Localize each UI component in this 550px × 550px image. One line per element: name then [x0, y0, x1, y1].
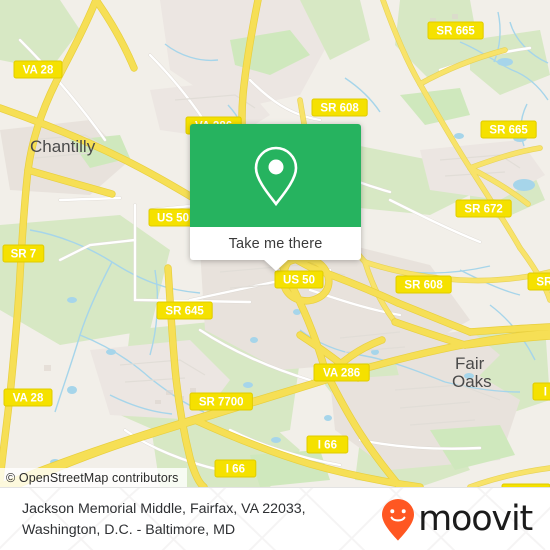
- page-title: Jackson Memorial Middle, Fairfax, VA 220…: [22, 499, 306, 541]
- moovit-wordmark: moovit: [418, 499, 533, 539]
- map-pin-icon: [250, 144, 302, 208]
- take-me-there-label: Take me there: [228, 235, 323, 252]
- moovit-logo[interactable]: moovit: [382, 498, 533, 541]
- road-shield: SR 608: [395, 275, 452, 294]
- location-callout-card[interactable]: Take me there: [190, 124, 361, 271]
- page-title-line1: Jackson Memorial Middle, Fairfax, VA 220…: [22, 500, 306, 517]
- callout-image-area: [190, 124, 361, 227]
- road-shield-label: US 50: [157, 213, 189, 225]
- road-shield: VA 28: [3, 388, 53, 407]
- road-shield-label: SR 645: [165, 306, 204, 318]
- road-shield: SR 608: [311, 98, 368, 117]
- road-shield-label: VA 286: [323, 368, 360, 380]
- road-shield-label: SR 7: [11, 249, 37, 261]
- road-shield-label: SR 608: [320, 103, 359, 115]
- road-shield: SR 665: [480, 120, 537, 139]
- road-shield-label: VA 28: [13, 393, 44, 405]
- road-shield: SR 7: [2, 244, 45, 263]
- road-shield: SR 645: [156, 301, 213, 320]
- road-shield-label: I 66: [226, 464, 245, 476]
- osm-attribution[interactable]: © OpenStreetMap contributors: [0, 468, 187, 487]
- road-shield: SR 665: [427, 21, 484, 40]
- road-shield: US 50: [274, 270, 324, 289]
- road-shield-label: SR 665: [489, 125, 528, 137]
- road-shield: VA 28: [13, 60, 63, 79]
- road-shield: I 66: [532, 382, 550, 401]
- road-shield-label: I 66: [544, 387, 550, 399]
- road-shield: SR 672: [455, 199, 512, 218]
- place-label-oaks: Oaks: [452, 372, 492, 391]
- road-shield-label: SR 7700: [199, 397, 244, 409]
- road-shield-label: US 50: [283, 275, 315, 287]
- road-shield-label: SR 664: [536, 277, 550, 289]
- callout-pointer: [262, 259, 289, 271]
- road-shield-label: SR 665: [436, 26, 475, 38]
- road-shield: I 66: [214, 459, 257, 478]
- road-shield-label: SR 672: [464, 204, 502, 216]
- road-shield-label: VA 28: [23, 65, 54, 77]
- road-shield-label: SR 608: [404, 280, 443, 292]
- road-shield: VA 286: [313, 363, 370, 382]
- place-label-chantilly: Chantilly: [30, 137, 96, 156]
- road-shield-label: I 66: [318, 440, 337, 452]
- road-shield: SR 7700: [189, 392, 253, 411]
- road-shield: I 66: [306, 435, 349, 454]
- road-shield: SR 664: [527, 272, 550, 291]
- footer-bar: Jackson Memorial Middle, Fairfax, VA 220…: [0, 487, 550, 550]
- moovit-smiley-pin-icon: [382, 498, 415, 541]
- place-label-fair: Fair: [455, 354, 485, 373]
- take-me-there-button[interactable]: Take me there: [190, 227, 361, 260]
- screenshot-root: .wood { fill:#d7e8c4; } .park { fill:#cf…: [0, 0, 550, 550]
- page-title-line2: Washington, D.C. - Baltimore, MD: [22, 521, 236, 538]
